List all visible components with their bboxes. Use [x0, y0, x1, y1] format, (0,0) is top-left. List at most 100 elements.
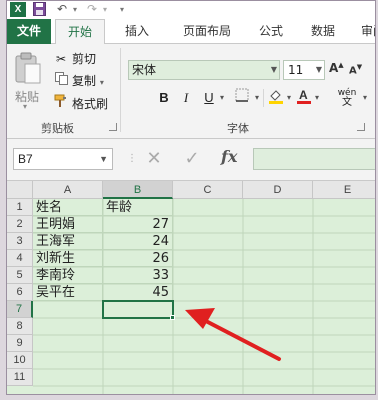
redo-icon[interactable]: ↷	[87, 2, 101, 17]
row-header-5[interactable]: 5	[7, 267, 33, 284]
tab-formulas[interactable]: 公式	[251, 19, 291, 44]
font-group-label: 字体	[227, 122, 249, 135]
phonetic-button[interactable]: wén 文	[333, 88, 361, 108]
select-all-button[interactable]	[7, 181, 33, 199]
undo-icon[interactable]: ↶	[57, 2, 71, 17]
shrink-font-icon: A	[349, 65, 357, 77]
cancel-icon[interactable]: ✕	[141, 148, 167, 170]
format-painter-icon	[53, 94, 69, 113]
fill-color-dropdown-icon[interactable]: ▾	[285, 88, 293, 108]
clipboard-group-label: 剪贴板	[41, 122, 74, 135]
fill-color-button[interactable]	[265, 88, 287, 108]
formula-input[interactable]	[253, 148, 375, 170]
excel-icon: X	[10, 2, 26, 17]
cell-a6[interactable]: 吴平在	[33, 284, 103, 301]
underline-dropdown-icon[interactable]: ▾	[217, 88, 227, 108]
grow-font-icon: A	[329, 61, 339, 75]
shrink-font-button[interactable]: A▼	[349, 63, 362, 76]
tab-home[interactable]: 开始	[55, 19, 105, 45]
ribbon-home: 粘贴 ▾ ✂ 剪切 复制 ▾ 格式刷 剪贴板 宋体 ▼ 11 ▼ A▲ A▼ B…	[7, 44, 375, 139]
cut-button[interactable]: ✂ 剪切	[53, 50, 96, 68]
tab-review[interactable]: 审阅	[353, 19, 375, 44]
cell-a1[interactable]: 姓名	[33, 199, 103, 216]
group-divider	[263, 89, 264, 107]
row-header-4[interactable]: 4	[7, 250, 33, 267]
font-color-dropdown-icon[interactable]: ▾	[313, 88, 321, 108]
cell-a5[interactable]: 李南玲	[33, 267, 103, 284]
font-name-dropdown[interactable]: 宋体 ▼	[128, 60, 280, 80]
scissors-icon: ✂	[55, 52, 67, 66]
row-header-3[interactable]: 3	[7, 233, 33, 250]
borders-button[interactable]	[231, 88, 253, 108]
fill-color-icon	[268, 90, 284, 108]
formula-bar: B7 ▼ ⋮ ✕ ✓ fx	[7, 139, 375, 181]
save-icon[interactable]	[33, 2, 46, 17]
chevron-down-icon: ▼	[270, 65, 277, 74]
group-divider	[120, 48, 121, 132]
format-painter-button[interactable]: 格式刷	[53, 94, 108, 112]
grow-font-button[interactable]: A▲	[329, 61, 344, 75]
row-header-6[interactable]: 6	[7, 284, 33, 301]
cell-b1[interactable]: 年龄	[103, 199, 173, 216]
worksheet-grid[interactable]: A B C D E 1 2 3 4 5 6 7 8 9 10 11 姓名 年龄 …	[7, 181, 375, 394]
formula-bar-grip-icon[interactable]: ⋮	[127, 151, 137, 167]
font-size-dropdown[interactable]: 11 ▼	[283, 60, 325, 80]
font-launcher-icon[interactable]	[357, 123, 365, 131]
copy-icon	[53, 72, 69, 90]
chevron-down-icon: ▼	[315, 65, 322, 74]
font-color-icon: A	[296, 88, 312, 108]
tab-data[interactable]: 数据	[303, 19, 343, 44]
row-header-10[interactable]: 10	[7, 352, 33, 369]
cell-a2[interactable]: 王明娟	[33, 216, 103, 233]
svg-text:A: A	[299, 88, 308, 102]
cell-a4[interactable]: 刘新生	[33, 250, 103, 267]
row-header-1[interactable]: 1	[7, 199, 33, 216]
borders-icon	[235, 88, 249, 106]
cut-label: 剪切	[72, 52, 97, 66]
tab-insert[interactable]: 插入	[117, 19, 157, 44]
italic-button[interactable]: I	[177, 88, 195, 108]
name-box-value: B7	[18, 152, 33, 166]
borders-dropdown-icon[interactable]: ▾	[253, 88, 261, 108]
row-header-7[interactable]: 7	[7, 301, 33, 318]
font-color-button[interactable]: A	[293, 88, 315, 108]
excel-window: X ↶ ▾ ↷ ▾ ▾ 文件 开始 插入 页面布局 公式 数据 审阅 粘贴 ▾	[6, 0, 376, 395]
column-header-e[interactable]: E	[313, 181, 375, 199]
enter-icon[interactable]: ✓	[179, 148, 205, 170]
column-header-d[interactable]: D	[243, 181, 313, 199]
format-painter-label: 格式刷	[72, 97, 109, 111]
row-header-11[interactable]: 11	[7, 369, 33, 386]
row-header-2[interactable]: 2	[7, 216, 33, 233]
column-header-b[interactable]: B	[103, 181, 173, 199]
undo-dropdown-icon[interactable]: ▾	[73, 2, 81, 17]
customize-icon[interactable]: ▾	[120, 2, 130, 17]
row-header-8[interactable]: 8	[7, 318, 33, 335]
fill-handle[interactable]	[170, 315, 175, 320]
redo-dropdown-icon[interactable]: ▾	[103, 2, 111, 17]
cell-b2[interactable]: 27	[103, 216, 173, 233]
tab-page-layout[interactable]: 页面布局	[172, 19, 242, 44]
column-header-a[interactable]: A	[33, 181, 103, 199]
font-name-value: 宋体	[132, 63, 157, 77]
active-cell-b7[interactable]	[102, 300, 174, 319]
cell-a3[interactable]: 王海军	[33, 233, 103, 250]
copy-button[interactable]: 复制 ▾	[53, 72, 104, 90]
copy-dropdown-icon[interactable]: ▾	[100, 78, 104, 87]
row-header-9[interactable]: 9	[7, 335, 33, 352]
cell-b5[interactable]: 33	[103, 267, 173, 284]
name-box[interactable]: B7 ▼	[13, 148, 113, 170]
bold-button[interactable]: B	[155, 88, 173, 108]
cell-b3[interactable]: 24	[103, 233, 173, 250]
column-header-c[interactable]: C	[173, 181, 243, 199]
paste-dropdown-icon[interactable]: ▾	[23, 102, 27, 111]
clipboard-launcher-icon[interactable]	[109, 123, 117, 131]
paste-icon[interactable]	[13, 50, 43, 86]
chevron-down-icon: ▼	[99, 154, 108, 164]
insert-function-icon[interactable]: fx	[221, 147, 237, 166]
font-size-value: 11	[288, 63, 304, 77]
cell-b6[interactable]: 45	[103, 284, 173, 301]
underline-button[interactable]: U	[200, 88, 218, 108]
phonetic-dropdown-icon[interactable]: ▾	[361, 88, 369, 108]
cell-b4[interactable]: 26	[103, 250, 173, 267]
tab-file[interactable]: 文件	[7, 19, 51, 44]
